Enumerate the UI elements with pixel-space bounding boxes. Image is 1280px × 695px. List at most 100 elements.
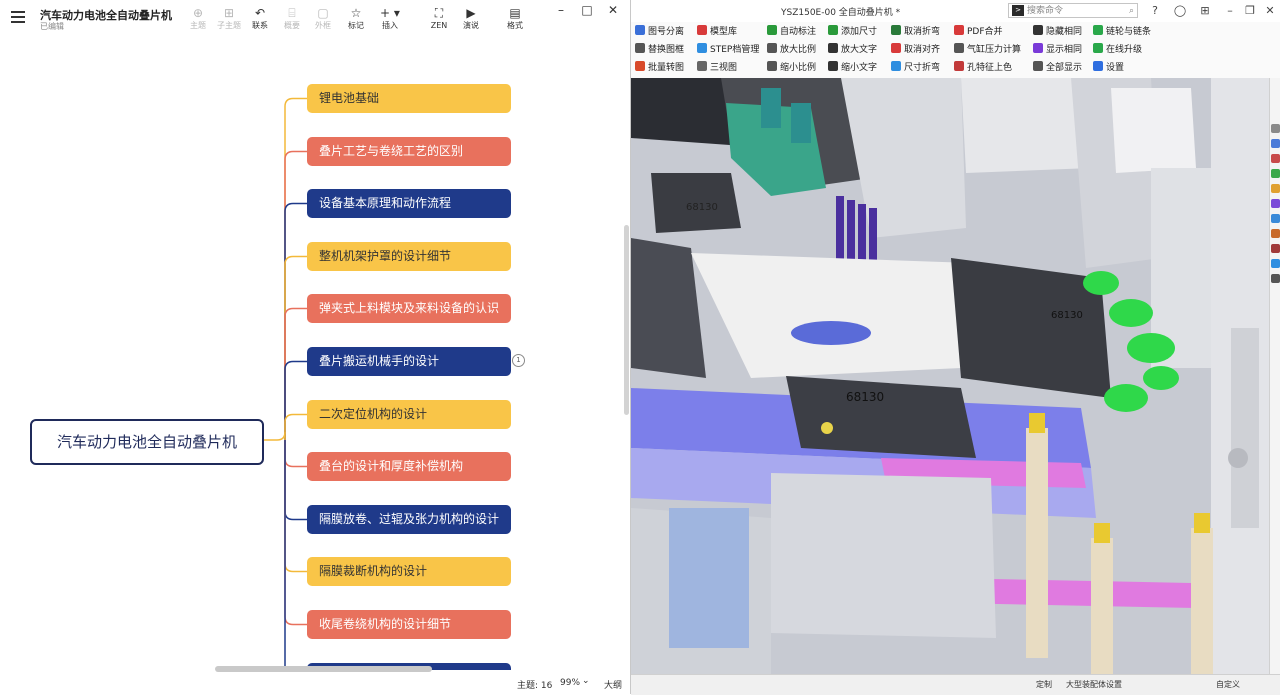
ribbon-button[interactable]: 全部显示 bbox=[1033, 60, 1082, 76]
marker-icon: ☆ bbox=[350, 6, 362, 20]
ribbon-tool-icon bbox=[891, 61, 901, 71]
command-search-input[interactable]: > 搜索命令 ⌕ bbox=[1008, 3, 1138, 18]
branch-topic[interactable]: 设备基本原理和动作流程 bbox=[307, 189, 511, 218]
task-pane-tab-icon[interactable] bbox=[1271, 169, 1280, 178]
outline-button[interactable]: 大纲 bbox=[604, 678, 622, 691]
ribbon-button[interactable]: 添加尺寸 bbox=[828, 24, 877, 40]
branch-topic[interactable]: 叠台的设计和厚度补偿机构 bbox=[307, 452, 511, 481]
marker-button[interactable]: ☆ 标记 bbox=[339, 5, 373, 35]
boundary-button[interactable]: ▢ 外框 bbox=[306, 5, 340, 35]
branch-topic[interactable]: 二次定位机构的设计 bbox=[307, 400, 511, 429]
ribbon-button[interactable]: 显示相同 bbox=[1033, 42, 1082, 58]
ribbon-button[interactable]: 取消折弯 bbox=[891, 24, 940, 40]
mindmap-canvas[interactable]: 汽车动力电池全自动叠片机 锂电池基础叠片工艺与卷绕工艺的区别 设备基本原理和动作流… bbox=[0, 40, 630, 670]
account-icon[interactable]: ◯ bbox=[1173, 4, 1187, 18]
subtopic-label: 子主题 bbox=[217, 21, 241, 30]
task-pane-tab-icon[interactable] bbox=[1271, 229, 1280, 238]
ribbon-button[interactable]: 图号分离 bbox=[635, 24, 684, 40]
ribbon-button[interactable]: 模型库 bbox=[697, 24, 737, 40]
branch-topic[interactable]: 锂电池基础 bbox=[307, 84, 511, 113]
ribbon-button[interactable]: 设置 bbox=[1093, 60, 1124, 76]
zen-label: ZEN bbox=[430, 21, 448, 30]
status-custom[interactable]: 定制 bbox=[1036, 679, 1052, 690]
maximize-button[interactable]: □ bbox=[574, 2, 600, 18]
help-icon[interactable]: ? bbox=[1148, 4, 1162, 18]
ribbon-tool-icon bbox=[635, 25, 645, 35]
format-button[interactable]: ▤ 格式 bbox=[498, 5, 532, 35]
close-button[interactable]: ✕ bbox=[600, 2, 626, 18]
task-pane-tab-icon[interactable] bbox=[1271, 199, 1280, 208]
subtopic-button[interactable]: ⊞ 子主题 bbox=[212, 5, 246, 35]
ribbon-button[interactable]: 放大比例 bbox=[767, 42, 816, 58]
insert-button[interactable]: + ▾ 插入 bbox=[373, 5, 407, 35]
summary-button[interactable]: ⌸ 概要 bbox=[275, 5, 309, 35]
zoom-dropdown-icon[interactable]: ⌄ bbox=[582, 676, 590, 686]
ribbon-button-label: 批量转图 bbox=[648, 63, 685, 73]
ribbon-tool-icon bbox=[697, 25, 707, 35]
ribbon-button[interactable]: 自动标注 bbox=[767, 24, 816, 40]
branch-topic[interactable]: 收尾卷绕机构的设计细节 bbox=[307, 610, 511, 639]
ribbon-button[interactable]: 三视图 bbox=[697, 60, 737, 76]
format-icon: ▤ bbox=[509, 6, 521, 20]
status-customize[interactable]: 自定义 bbox=[1216, 679, 1240, 690]
cad-document-title: YSZ150E-00 全自动叠片机 * bbox=[781, 8, 901, 18]
present-button[interactable]: ▶ 演说 bbox=[454, 5, 488, 35]
cad-statusbar: 定制 大型装配体设置 自定义 bbox=[631, 674, 1280, 695]
minimize-button[interactable]: – bbox=[548, 2, 574, 18]
search-icon[interactable]: ⌕ bbox=[1129, 4, 1134, 19]
ribbon-button-label: 三视图 bbox=[710, 63, 738, 73]
task-pane-tab-icon[interactable] bbox=[1271, 244, 1280, 253]
topic-button[interactable]: ⊕ 主题 bbox=[181, 5, 215, 35]
task-pane-tab-icon[interactable] bbox=[1271, 184, 1280, 193]
zen-button[interactable]: ⛶ ZEN bbox=[422, 5, 456, 35]
ribbon-button[interactable]: 取消对齐 bbox=[891, 42, 940, 58]
ribbon-button[interactable]: 缩小比例 bbox=[767, 60, 816, 76]
ribbon-button[interactable]: 批量转图 bbox=[635, 60, 684, 76]
status-large-assembly[interactable]: 大型装配体设置 bbox=[1066, 679, 1122, 690]
layout-icon[interactable]: ⊞ bbox=[1198, 4, 1212, 18]
ribbon-button-label: 显示相同 bbox=[1046, 45, 1083, 55]
ribbon-button-label: 添加尺寸 bbox=[841, 27, 878, 37]
cad-window: YSZ150E-00 全自动叠片机 * > 搜索命令 ⌕ ? ◯ ⊞ – ❐ ✕… bbox=[631, 0, 1280, 695]
window-restore-icon[interactable]: ❐ bbox=[1243, 4, 1257, 18]
ribbon-button[interactable]: 孔特征上色 bbox=[954, 60, 1012, 76]
3d-model-viewport[interactable]: 68130 68130 68130 bbox=[631, 78, 1269, 674]
ribbon-button[interactable]: 气缸压力计算 bbox=[954, 42, 1021, 58]
menu-icon[interactable] bbox=[11, 11, 25, 23]
ribbon-button-label: 全部显示 bbox=[1046, 63, 1083, 73]
branch-topic[interactable]: 隔膜裁断机构的设计 bbox=[307, 557, 511, 586]
ribbon-button[interactable]: 放大文字 bbox=[828, 42, 877, 58]
vertical-scrollbar[interactable] bbox=[624, 225, 629, 415]
ribbon-button-label: 链轮与链条 bbox=[1106, 27, 1152, 37]
branch-topic[interactable]: 叠片工艺与卷绕工艺的区别 bbox=[307, 137, 511, 166]
task-pane-tab-icon[interactable] bbox=[1271, 259, 1280, 268]
task-pane-tab-icon[interactable] bbox=[1271, 139, 1280, 148]
collapsed-count-badge[interactable]: 1 bbox=[512, 354, 525, 367]
ribbon-button[interactable]: 尺寸折弯 bbox=[891, 60, 940, 76]
zoom-level[interactable]: 99% bbox=[560, 678, 580, 688]
branch-topic[interactable]: 整机机架护罩的设计细节 bbox=[307, 242, 511, 271]
ribbon-button[interactable]: 替换图框 bbox=[635, 42, 684, 58]
ribbon-button[interactable]: PDF合并 bbox=[954, 24, 1003, 40]
task-pane-tab-icon[interactable] bbox=[1271, 154, 1280, 163]
ribbon-button[interactable]: 链轮与链条 bbox=[1093, 24, 1151, 40]
branch-topic[interactable]: 叠片搬运机械手的设计 bbox=[307, 347, 511, 376]
ribbon-button[interactable]: 在线升级 bbox=[1093, 42, 1142, 58]
ribbon-button[interactable]: STEP档管理 bbox=[697, 42, 759, 58]
relation-button[interactable]: ↶ 联系 bbox=[243, 5, 277, 35]
ribbon-button[interactable]: 缩小文字 bbox=[828, 60, 877, 76]
ribbon-button-label: 气缸压力计算 bbox=[967, 45, 1022, 55]
ribbon-button-label: 在线升级 bbox=[1106, 45, 1143, 55]
window-minimize-icon[interactable]: – bbox=[1223, 4, 1237, 18]
branch-connector bbox=[284, 440, 307, 468]
branch-topic[interactable]: 弹夹式上料模块及来料设备的认识 bbox=[307, 294, 511, 323]
branch-topic[interactable]: 隔膜放卷、过辊及张力机构的设计 bbox=[307, 505, 511, 534]
window-close-icon[interactable]: ✕ bbox=[1263, 4, 1277, 18]
task-pane-tab-icon[interactable] bbox=[1271, 274, 1280, 283]
task-pane-tab-icon[interactable] bbox=[1271, 124, 1280, 133]
central-topic[interactable]: 汽车动力电池全自动叠片机 bbox=[30, 419, 264, 465]
ribbon-tool-icon bbox=[828, 43, 838, 53]
ribbon-tool-icon bbox=[828, 25, 838, 35]
ribbon-button[interactable]: 隐藏相同 bbox=[1033, 24, 1082, 40]
task-pane-tab-icon[interactable] bbox=[1271, 214, 1280, 223]
